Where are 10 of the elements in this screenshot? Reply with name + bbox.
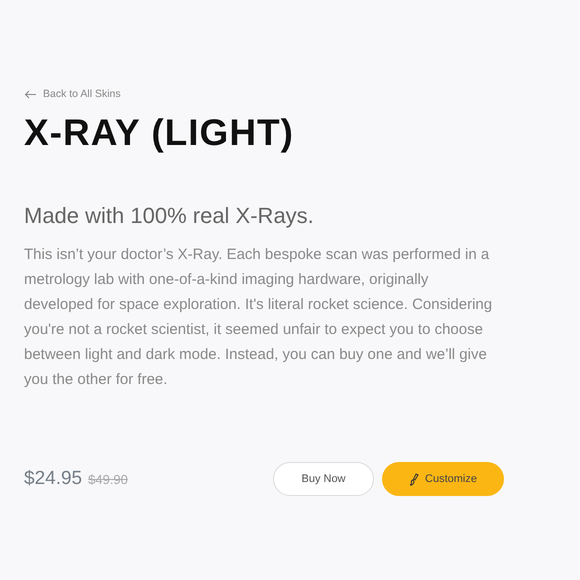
product-description: This isn’t your doctor’s X-Ray. Each bespoke scan was performed in a metrology lab with one-of-a-kind imaging hardware, originally developed for space exploration. It's literal rocket science. Considering you're not a rocket scientist, it seemed unfair to expect you to choose between light and dark mode. Instead, you can buy one and we’ll give you the other for free. [24,245,494,390]
back-arrow-icon [24,90,37,98]
product-title: X-RAY (LIGHT) [24,111,295,155]
current-price: $24.95 [24,468,82,490]
brush-icon [409,472,420,486]
back-link[interactable]: Back to All Skins [24,88,121,100]
product-subtitle: Made with 100% real X-Rays. [24,202,315,230]
customize-button[interactable]: Customize [382,462,504,496]
buy-now-button[interactable]: Buy Now [273,462,374,496]
original-price: $49.90 [88,472,128,486]
